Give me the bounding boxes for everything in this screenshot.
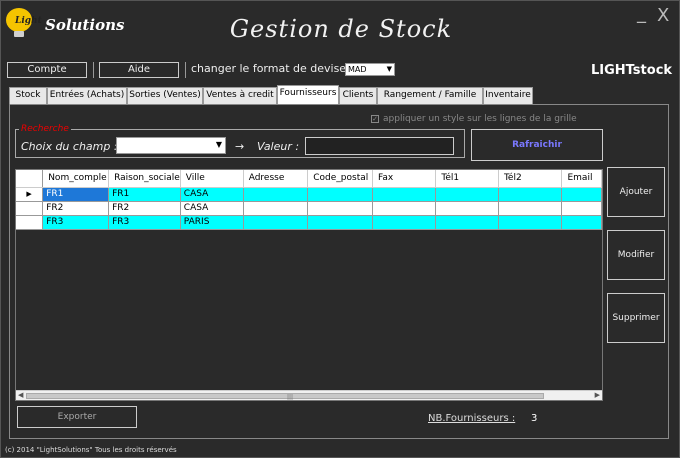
table-cell[interactable] (435, 201, 499, 216)
style-checkbox[interactable]: ✓ appliquer un style sur les lignes de la… (371, 114, 577, 124)
table-cell[interactable] (498, 215, 563, 230)
modifier-button[interactable]: Modifier (607, 230, 665, 280)
champ-select[interactable]: ▼ (116, 137, 226, 154)
grid-header-row: Nom_comple Raison_sociale Ville Adresse … (16, 170, 602, 188)
horizontal-scrollbar[interactable]: ◀ ||| ▶ (16, 390, 602, 400)
chevron-down-icon: ▼ (386, 65, 392, 73)
tab-sorties[interactable]: Sorties (Ventes) (127, 87, 203, 104)
table-cell[interactable] (435, 215, 499, 230)
table-cell[interactable]: FR3 (42, 215, 110, 230)
tab-fournisseurs[interactable]: Fournisseurs (277, 85, 339, 105)
table-cell[interactable] (243, 201, 309, 216)
row-header[interactable] (16, 215, 44, 230)
table-cell[interactable]: FR2 (108, 201, 181, 216)
scroll-left-icon[interactable]: ◀ (18, 391, 23, 399)
table-cell[interactable] (498, 201, 563, 216)
app-title: Gestion de Stock (229, 15, 453, 43)
checkmark-icon: ✓ (371, 114, 379, 123)
style-checkbox-label: appliquer un style sur les lignes de la … (383, 114, 577, 124)
table-cell[interactable] (561, 201, 602, 216)
supprimer-button[interactable]: Supprimer (607, 293, 665, 343)
column-header[interactable]: Adresse (243, 170, 309, 188)
table-row[interactable]: ▶ FR1 FR1 CASA (16, 187, 602, 202)
scrollbar-thumb[interactable]: ||| (26, 393, 544, 401)
tab-inventaire[interactable]: Inventaire (483, 87, 533, 104)
column-header[interactable]: Ville (180, 170, 244, 188)
column-header[interactable]: Tél2 (498, 170, 563, 188)
table-cell[interactable] (243, 187, 309, 202)
scroll-right-icon[interactable]: ▶ (595, 391, 600, 399)
current-row-indicator-icon: ▶ (16, 187, 44, 202)
toolbar-separator (185, 62, 186, 78)
grip-icon: ||| (287, 394, 294, 401)
table-cell[interactable] (307, 187, 374, 202)
copyright-footer: (c) 2014 "LightSolutions" Tous les droit… (5, 446, 177, 454)
nb-fournisseurs-label: NB.Fournisseurs : (428, 413, 516, 424)
table-cell[interactable] (561, 187, 602, 202)
devise-label: changer le format de devise : (191, 62, 354, 75)
row-header[interactable] (16, 201, 44, 216)
table-cell[interactable]: FR3 (108, 215, 181, 230)
table-cell[interactable] (372, 187, 437, 202)
nb-fournisseurs-value: 3 (531, 413, 538, 424)
exporter-button[interactable]: Exporter (17, 406, 137, 428)
table-cell[interactable] (372, 215, 437, 230)
valeur-label: Valeur : (257, 140, 300, 153)
tab-rangement-famille[interactable]: Rangement / Famille (377, 87, 483, 104)
tab-clients[interactable]: Clients (339, 87, 377, 104)
table-cell[interactable] (498, 187, 563, 202)
arrow-right-icon: → (235, 140, 245, 153)
minimize-button[interactable]: _ (637, 3, 646, 24)
champ-label: Choix du champ : (21, 140, 118, 153)
refresh-button[interactable]: Rafraichir (471, 129, 603, 161)
fournisseurs-grid[interactable]: Nom_comple Raison_sociale Ville Adresse … (15, 169, 603, 401)
devise-value: MAD (348, 65, 367, 74)
table-cell[interactable] (372, 201, 437, 216)
column-header[interactable]: Email (561, 170, 602, 188)
devise-select[interactable]: MAD ▼ (345, 63, 395, 76)
column-header[interactable]: Nom_comple (42, 170, 110, 188)
toolbar-separator (93, 62, 94, 78)
table-cell[interactable] (561, 215, 602, 230)
app-window: Light Solutions Gestion de Stock _ X Com… (0, 0, 680, 458)
column-header[interactable]: Tél1 (435, 170, 499, 188)
valeur-input[interactable] (305, 137, 454, 155)
ajouter-button[interactable]: Ajouter (607, 167, 665, 217)
table-row[interactable]: FR2 FR2 CASA (16, 201, 602, 216)
table-cell[interactable]: PARIS (180, 215, 244, 230)
row-header-corner (16, 170, 44, 188)
column-header[interactable]: Fax (372, 170, 437, 188)
brand-label: LIGHTstock (591, 63, 673, 78)
table-row[interactable]: FR3 FR3 PARIS (16, 215, 602, 230)
close-button[interactable]: X (657, 5, 669, 26)
table-cell[interactable] (435, 187, 499, 202)
aide-button[interactable]: Aide (99, 62, 179, 78)
table-cell[interactable] (307, 201, 374, 216)
tab-stock[interactable]: Stock (9, 87, 47, 104)
tab-ventes-credit[interactable]: Ventes à credit (203, 87, 277, 104)
table-cell[interactable]: FR1 (42, 187, 110, 202)
table-cell[interactable] (243, 215, 309, 230)
search-legend: Recherche (19, 124, 71, 134)
table-cell[interactable]: CASA (180, 201, 244, 216)
table-cell[interactable]: CASA (180, 187, 244, 202)
compte-button[interactable]: Compte (7, 62, 87, 78)
column-header[interactable]: Raison_sociale (108, 170, 181, 188)
table-cell[interactable] (307, 215, 374, 230)
table-cell[interactable]: FR2 (42, 201, 110, 216)
tab-entrees[interactable]: Entrées (Achats) (47, 87, 127, 104)
column-header[interactable]: Code_postal (307, 170, 374, 188)
grid-table: Nom_comple Raison_sociale Ville Adresse … (16, 170, 602, 230)
table-cell[interactable]: FR1 (108, 187, 181, 202)
chevron-down-icon: ▼ (215, 140, 222, 149)
